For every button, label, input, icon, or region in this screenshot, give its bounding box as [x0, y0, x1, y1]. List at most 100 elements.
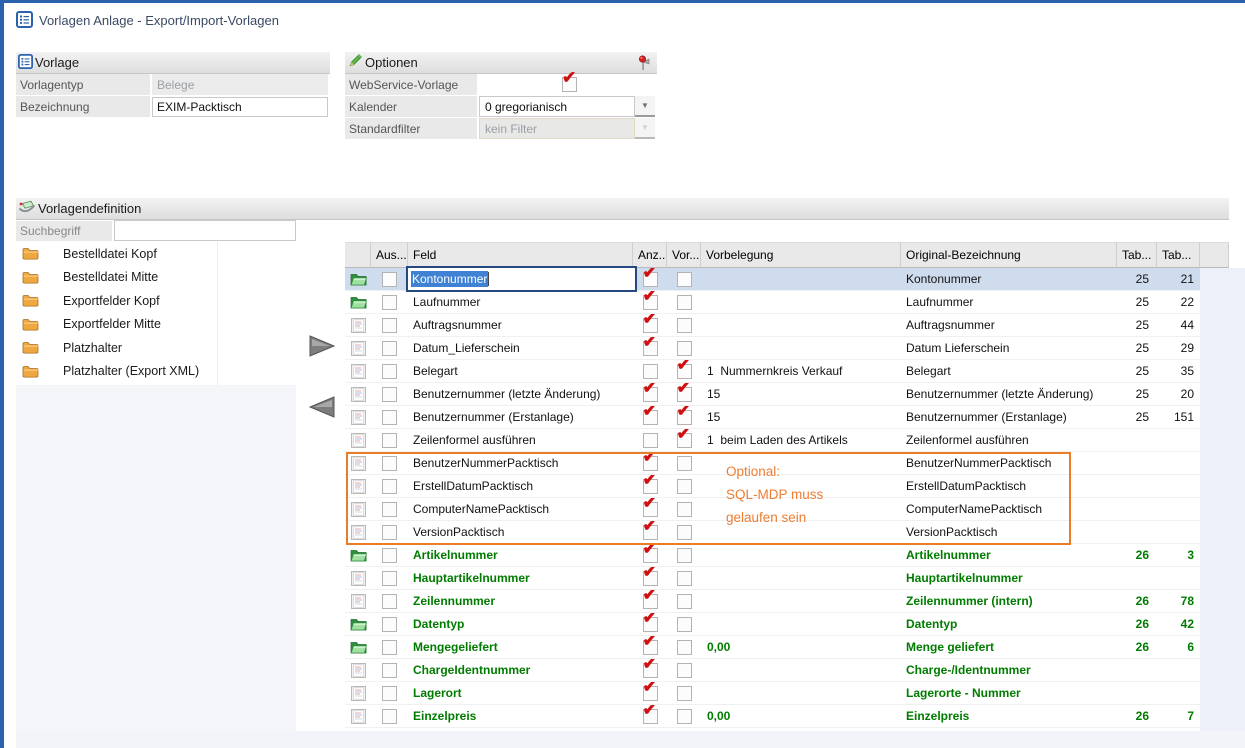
vorbelegung-cell[interactable] [701, 682, 901, 704]
folder-item[interactable]: Bestelldatei Mitte [16, 266, 296, 290]
aus-checkbox[interactable] [382, 341, 397, 356]
aus-checkbox[interactable] [382, 433, 397, 448]
column-header[interactable]: Vorbelegung [701, 242, 901, 268]
aus-checkbox[interactable] [382, 709, 397, 724]
bezeichnung-input[interactable]: EXIM-Packtisch [152, 97, 328, 117]
anz-checkbox[interactable]: ✔ [643, 617, 658, 632]
vor-checkbox[interactable] [677, 318, 692, 333]
table-row[interactable]: Lagerort✔Lagerorte - Nummer [345, 682, 1200, 705]
table-row[interactable]: Mengegeliefert✔0,00Menge geliefert266 [345, 636, 1200, 659]
vor-checkbox[interactable] [677, 686, 692, 701]
vor-checkbox[interactable]: ✔ [677, 433, 692, 448]
anz-checkbox[interactable]: ✔ [643, 709, 658, 724]
folder-item[interactable]: Exportfelder Kopf [16, 289, 296, 313]
pushpin-icon[interactable] [638, 55, 651, 74]
vorbelegung-cell[interactable] [701, 567, 901, 589]
vorbelegung-cell[interactable] [701, 291, 901, 313]
vorbelegung-cell[interactable] [701, 590, 901, 612]
aus-checkbox[interactable] [382, 571, 397, 586]
feld-cell[interactable]: Hauptartikelnummer [408, 567, 633, 589]
anz-checkbox[interactable]: ✔ [643, 663, 658, 678]
table-row[interactable]: Zeilenformel ausführen✔1 beim Laden des … [345, 429, 1200, 452]
feld-cell[interactable]: Benutzernummer (letzte Änderung) [408, 383, 633, 405]
anz-checkbox[interactable]: ✔ [643, 341, 658, 356]
move-right-arrow-button[interactable] [308, 334, 336, 358]
vor-checkbox[interactable] [677, 617, 692, 632]
aus-checkbox[interactable] [382, 617, 397, 632]
folder-item[interactable]: Exportfelder Mitte [16, 313, 296, 337]
kalender-value[interactable]: 0 gregorianisch [479, 96, 635, 117]
table-row[interactable]: Belegart✔1 Nummernkreis VerkaufBelegart2… [345, 360, 1200, 383]
feld-cell[interactable]: Datum_Lieferschein [408, 337, 633, 359]
feld-cell[interactable]: Datentyp [408, 613, 633, 635]
kalender-combo[interactable]: 0 gregorianisch ▼ [479, 96, 655, 117]
aus-checkbox[interactable] [382, 686, 397, 701]
feld-cell[interactable]: Zeilennummer [408, 590, 633, 612]
aus-checkbox[interactable] [382, 272, 397, 287]
vorbelegung-cell[interactable] [701, 659, 901, 681]
feld-cell[interactable]: Auftragsnummer [408, 314, 633, 336]
column-header[interactable]: Tab... [1157, 242, 1200, 268]
table-row[interactable]: Hauptartikelnummer✔Hauptartikelnummer [345, 567, 1200, 590]
feld-cell[interactable]: ChargeIdentnummer [408, 659, 633, 681]
aus-checkbox[interactable] [382, 640, 397, 655]
aus-checkbox[interactable] [382, 594, 397, 609]
vor-checkbox[interactable] [677, 272, 692, 287]
column-header[interactable]: Tab... [1117, 242, 1157, 268]
table-row[interactable]: Benutzernummer (letzte Änderung)✔✔15Benu… [345, 383, 1200, 406]
table-row[interactable]: Zeilennummer✔Zeilennummer (intern)2678 [345, 590, 1200, 613]
vor-checkbox[interactable]: ✔ [677, 387, 692, 402]
aus-checkbox[interactable] [382, 318, 397, 333]
feld-cell[interactable]: Einzelpreis [408, 705, 633, 727]
anz-checkbox[interactable]: ✔ [643, 318, 658, 333]
anz-checkbox[interactable]: ✔ [643, 295, 658, 310]
vorbelegung-cell[interactable]: 1 Nummernkreis Verkauf [701, 360, 901, 382]
anz-checkbox[interactable]: ✔ [643, 686, 658, 701]
table-row[interactable]: Benutzernummer (Erstanlage)✔✔15Benutzern… [345, 406, 1200, 429]
vorbelegung-cell[interactable] [701, 544, 901, 566]
column-header[interactable]: Feld [408, 242, 633, 268]
column-header[interactable]: Vor... [667, 242, 701, 268]
vor-checkbox[interactable] [677, 709, 692, 724]
feld-cell[interactable]: Belegart [408, 360, 633, 382]
anz-checkbox[interactable]: ✔ [643, 387, 658, 402]
webservice-checkbox[interactable]: ✔ [562, 77, 577, 92]
table-row[interactable]: Datum_Lieferschein✔Datum Lieferschein252… [345, 337, 1200, 360]
vor-checkbox[interactable] [677, 295, 692, 310]
table-row[interactable]: Artikelnummer✔Artikelnummer263 [345, 544, 1200, 567]
folder-item[interactable]: Platzhalter (Export XML) [16, 360, 296, 384]
anz-checkbox[interactable] [643, 364, 658, 379]
vor-checkbox[interactable] [677, 663, 692, 678]
table-row[interactable]: Kontonummer✔Kontonummer2521 [345, 268, 1200, 291]
column-header[interactable]: Original-Bezeichnung [901, 242, 1117, 268]
vorbelegung-cell[interactable]: 15 [701, 406, 901, 428]
feld-cell[interactable]: Mengegeliefert [408, 636, 633, 658]
aus-checkbox[interactable] [382, 410, 397, 425]
table-row[interactable]: Einzelpreis✔0,00Einzelpreis267 [345, 705, 1200, 728]
anz-checkbox[interactable]: ✔ [643, 548, 658, 563]
feld-cell[interactable]: Lagerort [408, 682, 633, 704]
table-row[interactable]: ChargeIdentnummer✔Charge-/Identnummer [345, 659, 1200, 682]
vorbelegung-cell[interactable]: 1 beim Laden des Artikels [701, 429, 901, 451]
vorbelegung-cell[interactable]: 0,00 [701, 705, 901, 727]
table-row[interactable]: Laufnummer✔Laufnummer2522 [345, 291, 1200, 314]
aus-checkbox[interactable] [382, 387, 397, 402]
aus-checkbox[interactable] [382, 548, 397, 563]
anz-checkbox[interactable] [643, 433, 658, 448]
vor-checkbox[interactable] [677, 548, 692, 563]
feld-cell[interactable]: Artikelnummer [408, 544, 633, 566]
vor-checkbox[interactable] [677, 571, 692, 586]
anz-checkbox[interactable]: ✔ [643, 594, 658, 609]
anz-checkbox[interactable]: ✔ [643, 571, 658, 586]
column-header[interactable]: Aus... [371, 242, 408, 268]
kalender-dropdown-arrow-icon[interactable]: ▼ [635, 96, 655, 117]
vorbelegung-cell[interactable] [701, 314, 901, 336]
anz-checkbox[interactable]: ✔ [643, 410, 658, 425]
aus-checkbox[interactable] [382, 663, 397, 678]
table-row[interactable]: Datentyp✔Datentyp2642 [345, 613, 1200, 636]
feld-cell[interactable]: Benutzernummer (Erstanlage) [408, 406, 633, 428]
vor-checkbox[interactable]: ✔ [677, 410, 692, 425]
column-header[interactable]: Anz... [633, 242, 667, 268]
folder-item[interactable]: Bestelldatei Kopf [16, 242, 296, 266]
vor-checkbox[interactable] [677, 640, 692, 655]
